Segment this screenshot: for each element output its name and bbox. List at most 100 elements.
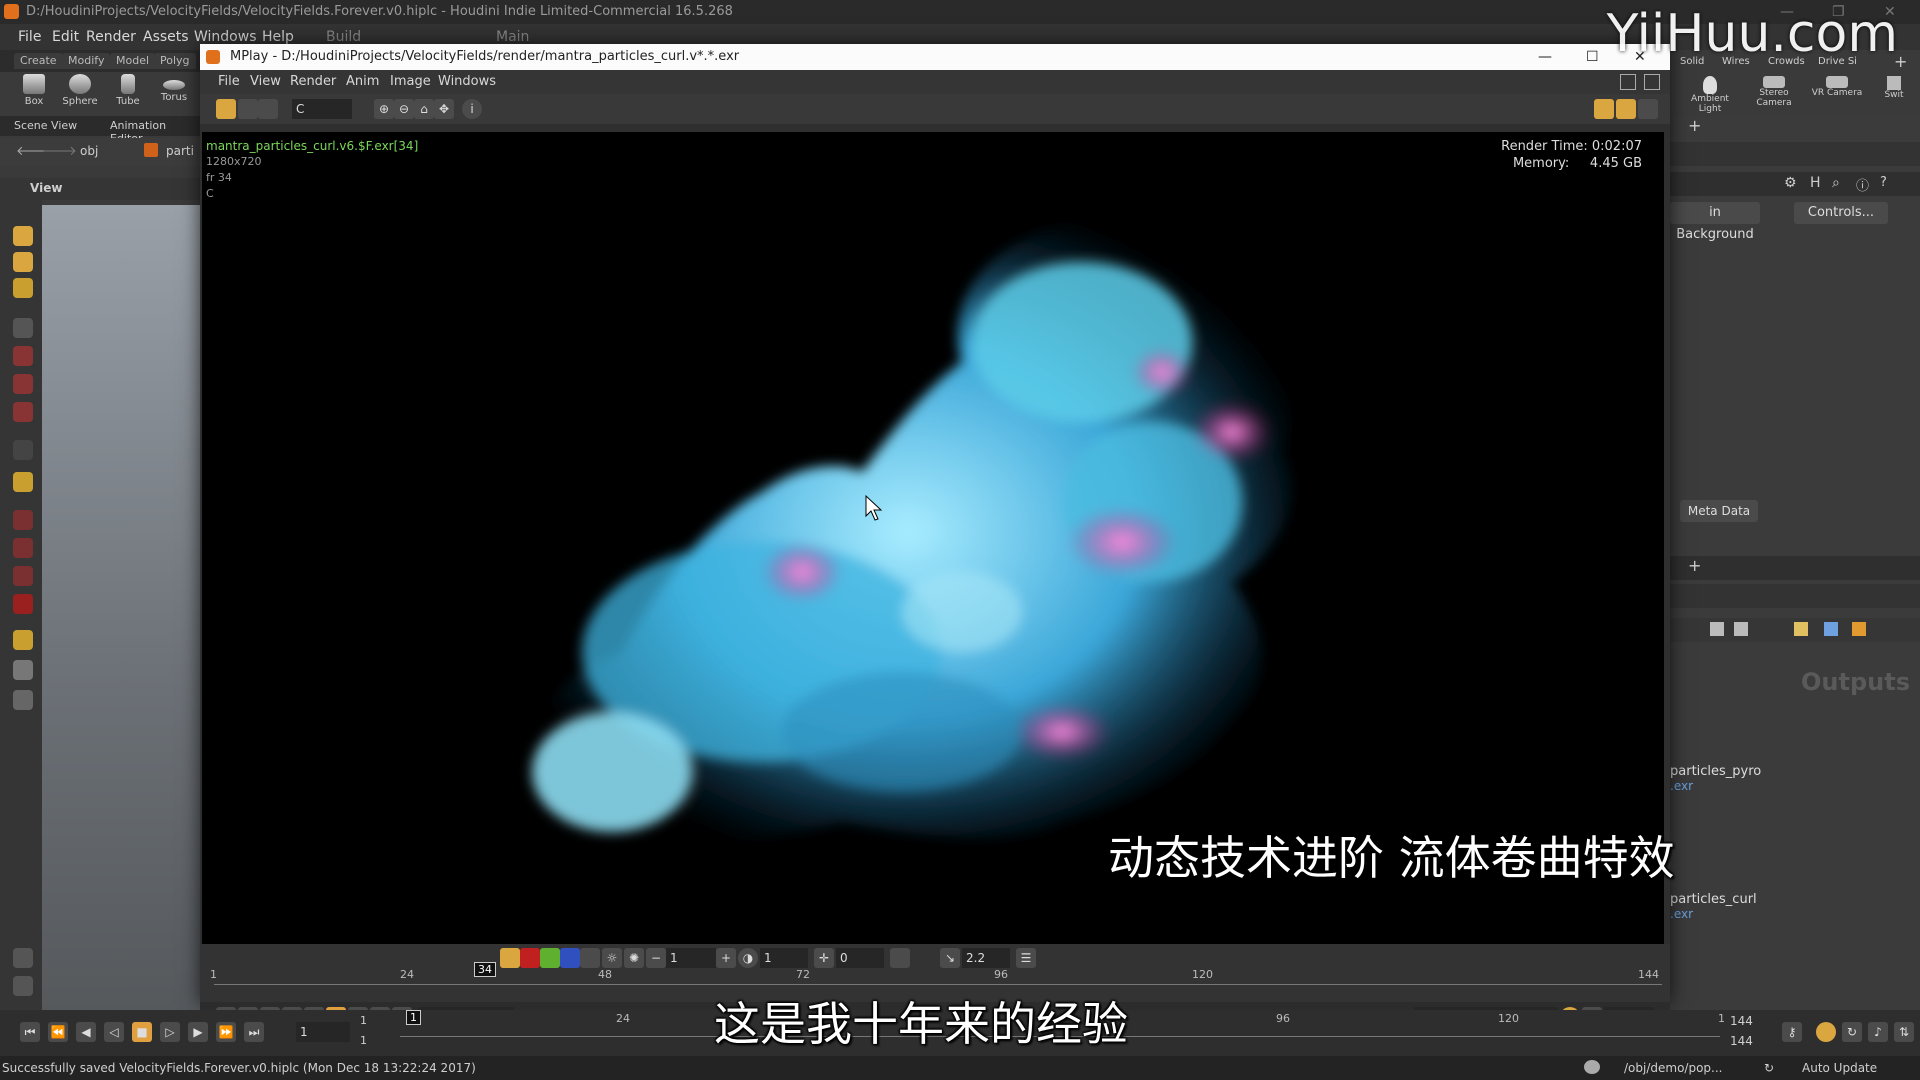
- zoom-out-icon[interactable]: ⊖: [394, 99, 414, 119]
- main-start-frame-2[interactable]: 1: [360, 1034, 367, 1047]
- main-step-back-icon[interactable]: ◀: [76, 1022, 96, 1042]
- shelf-tab-model[interactable]: Model: [110, 53, 156, 69]
- shelf-tab-modify[interactable]: Modify: [62, 53, 111, 69]
- path-node[interactable]: parti: [166, 144, 194, 158]
- main-go-start-icon[interactable]: ⏮: [20, 1022, 40, 1042]
- grid-icon[interactable]: [1734, 622, 1748, 636]
- main-play-icon[interactable]: ▷: [160, 1022, 180, 1042]
- layout-quad-icon[interactable]: [1638, 99, 1658, 119]
- info-circle-icon[interactable]: i: [462, 99, 482, 119]
- pointer-icon[interactable]: [13, 318, 33, 338]
- tool-tube[interactable]: Tube: [106, 74, 150, 107]
- list-icon[interactable]: [1710, 622, 1724, 636]
- brush-icon[interactable]: [13, 948, 33, 968]
- increment-button[interactable]: +: [716, 948, 736, 968]
- menu-help[interactable]: Help: [262, 29, 294, 45]
- mplay-menu-windows[interactable]: Windows: [438, 74, 496, 89]
- path-obj[interactable]: obj: [80, 144, 98, 158]
- info-icon[interactable]: ⓘ: [1856, 175, 1869, 194]
- mplay-maximize-icon[interactable]: ☐: [1586, 44, 1599, 70]
- handle-icon[interactable]: [13, 472, 33, 492]
- select-tool-icon[interactable]: [13, 226, 33, 246]
- key-icon[interactable]: ⚷: [1782, 1022, 1802, 1042]
- decrement-button[interactable]: −: [646, 948, 666, 968]
- main-prev-key-icon[interactable]: ⏪: [48, 1022, 68, 1042]
- gamma-field[interactable]: 2.2: [962, 948, 1010, 968]
- offset-icon[interactable]: ✛: [814, 948, 834, 968]
- search-icon[interactable]: ⌕: [1832, 175, 1840, 191]
- desktop-main[interactable]: Main: [496, 29, 529, 45]
- menu-edit[interactable]: Edit: [52, 29, 79, 45]
- exposure-icon[interactable]: ☼: [602, 948, 622, 968]
- update-mode[interactable]: Auto Update: [1802, 1056, 1877, 1080]
- tool-stereo-camera[interactable]: Stereo Camera: [1746, 76, 1802, 108]
- tab-scene-view[interactable]: Scene View: [14, 119, 77, 132]
- mplay-timeline-track[interactable]: [214, 984, 1662, 985]
- display-icon[interactable]: [258, 99, 278, 119]
- home-icon[interactable]: ⌂: [414, 99, 434, 119]
- main-loop-icon[interactable]: ↻: [1842, 1022, 1862, 1042]
- gear-icon[interactable]: ⚙: [1784, 175, 1797, 191]
- mplay-menu-image[interactable]: Image: [390, 74, 431, 89]
- add-tab-icon[interactable]: +: [1688, 116, 1701, 135]
- question-icon[interactable]: ?: [1880, 175, 1887, 190]
- mplay-current-frame-marker[interactable]: 34: [474, 962, 496, 977]
- main-current-frame-marker[interactable]: 1: [406, 1010, 421, 1025]
- audio-icon[interactable]: ♪: [1868, 1022, 1888, 1042]
- mplay-menu-render[interactable]: Render: [290, 74, 336, 89]
- compare-icon[interactable]: [238, 99, 258, 119]
- float-panel-icon[interactable]: [1644, 74, 1660, 90]
- view-tool-icon[interactable]: [13, 278, 33, 298]
- rotate-icon[interactable]: [13, 374, 33, 394]
- paint-tool-icon[interactable]: [13, 252, 33, 272]
- light-tool-icon[interactable]: [13, 690, 33, 710]
- brightness-icon[interactable]: ✺: [624, 948, 644, 968]
- scene-viewport[interactable]: [42, 205, 200, 1010]
- snap-point-icon[interactable]: [13, 566, 33, 586]
- snap-curve-icon[interactable]: [13, 538, 33, 558]
- lut-icon[interactable]: [890, 948, 910, 968]
- step-field[interactable]: 1: [666, 948, 716, 968]
- gamma-icon[interactable]: ↘: [940, 948, 960, 968]
- expand-icon[interactable]: [1620, 74, 1636, 90]
- tool-ambient-light[interactable]: Ambient Light: [1680, 76, 1740, 114]
- add-network-tab-icon[interactable]: +: [1688, 556, 1701, 575]
- globe-icon[interactable]: [13, 976, 33, 996]
- menu-render[interactable]: Render: [86, 29, 136, 45]
- main-play-reverse-icon[interactable]: ◁: [104, 1022, 124, 1042]
- shelf-tab-create[interactable]: Create: [14, 53, 63, 69]
- alpha-channel-icon[interactable]: [580, 948, 600, 968]
- tool-sphere[interactable]: Sphere: [58, 74, 102, 107]
- main-step-forward-icon[interactable]: ▶: [188, 1022, 208, 1042]
- pose-icon[interactable]: [13, 440, 33, 460]
- camera-tool-icon[interactable]: [13, 630, 33, 650]
- path-row-top[interactable]: [1670, 142, 1920, 166]
- channel-select[interactable]: C: [292, 99, 352, 119]
- refresh-icon[interactable]: ↻: [1764, 1056, 1774, 1080]
- shelf-tab-polygon[interactable]: Polyg: [154, 53, 196, 69]
- mplay-menu-file[interactable]: File: [218, 74, 240, 89]
- desktop-build[interactable]: Build: [326, 29, 361, 45]
- main-end-frame-2[interactable]: 144: [1730, 1034, 1753, 1048]
- image-mode-icon[interactable]: [216, 99, 236, 119]
- render-background-button[interactable]: in Background: [1670, 202, 1760, 242]
- main-go-end-icon[interactable]: ⏭: [244, 1022, 264, 1042]
- help-h-icon[interactable]: H: [1810, 175, 1821, 191]
- offset-field[interactable]: 0: [836, 948, 884, 968]
- image-icon[interactable]: [1824, 622, 1838, 636]
- output-node-curl[interactable]: particles_curl .exr: [1670, 892, 1757, 922]
- menu-file[interactable]: File: [18, 29, 41, 45]
- blue-channel-icon[interactable]: [560, 948, 580, 968]
- gain-field[interactable]: 1: [760, 948, 808, 968]
- record-icon[interactable]: [13, 660, 33, 680]
- move-icon[interactable]: [13, 346, 33, 366]
- contrast-icon[interactable]: ◑: [738, 948, 758, 968]
- menu-windows[interactable]: Windows: [194, 29, 257, 45]
- snap-grid-icon[interactable]: [13, 510, 33, 530]
- chat-icon[interactable]: [1584, 1060, 1600, 1074]
- mplay-menu-anim[interactable]: Anim: [346, 74, 379, 89]
- tool-vr-camera[interactable]: VR Camera: [1808, 76, 1866, 98]
- main-next-key-icon[interactable]: ⏩: [216, 1022, 236, 1042]
- controls-button[interactable]: Controls...: [1794, 202, 1888, 224]
- path-row-network[interactable]: [1670, 584, 1920, 608]
